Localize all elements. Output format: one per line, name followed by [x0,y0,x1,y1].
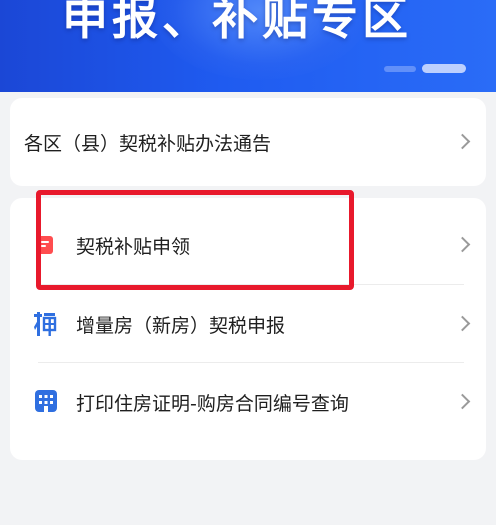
header-banner: 申报、补贴专区 [0,0,496,92]
building-icon [35,390,57,412]
annotation-highlight-box [36,190,354,290]
list-item-subsidy-notice[interactable]: 各区（县）契税补贴办法通告 [10,103,486,181]
notice-card: 各区（县）契税补贴办法通告 [10,98,486,186]
list-item-label: 各区（县）契税补贴办法通告 [24,132,272,155]
tax-icon [34,312,57,336]
banner-decoration-bar [384,66,416,72]
list-item-housing-certificate[interactable]: 打印住房证明-购房合同编号查询 [10,363,486,441]
page: 申报、补贴专区 各区（县）契税补贴办法通告 契税补贴申领 增量房（新房）契税申报… [0,0,496,525]
banner-decoration-pill [422,64,466,73]
chevron-right-icon [454,236,471,253]
list-item-label: 打印住房证明-购房合同编号查询 [76,392,349,415]
banner-title: 申报、补贴专区 [62,0,412,45]
chevron-right-icon [454,393,471,410]
list-item-new-house-tax[interactable]: 增量房（新房）契税申报 [10,285,486,363]
chevron-right-icon [454,133,471,150]
list-item-label: 增量房（新房）契税申报 [76,314,286,337]
chevron-right-icon [454,315,471,332]
